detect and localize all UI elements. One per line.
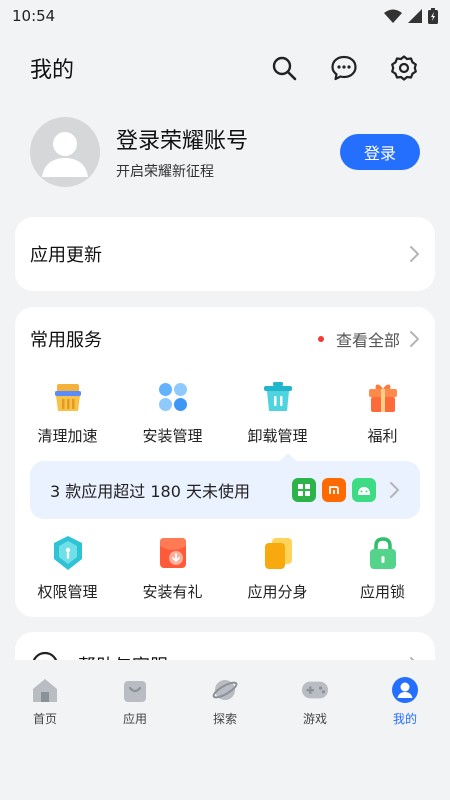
app-update-card[interactable]: 应用更新 — [15, 217, 435, 291]
service-install-manage[interactable]: 安装管理 — [120, 379, 225, 446]
services-row-2: 权限管理 安装有礼 应用分身 应用锁 — [15, 535, 435, 602]
clover-icon — [155, 379, 191, 415]
status-icons — [384, 8, 438, 24]
red-packet-icon — [155, 535, 191, 571]
service-uninstall-manage[interactable]: 卸载管理 — [225, 379, 330, 446]
trash-icon — [260, 379, 296, 415]
service-label: 应用分身 — [247, 583, 308, 601]
default-avatar-icon — [42, 132, 88, 177]
service-clean-speedup[interactable]: 清理加速 — [15, 379, 120, 446]
profile-text: 登录荣耀账号 开启荣耀新征程 — [116, 123, 340, 181]
service-label: 权限管理 — [37, 583, 98, 601]
app-store-mini-icon — [292, 478, 316, 502]
chevron-right-icon[interactable] — [408, 330, 420, 348]
profile-icon — [391, 676, 419, 704]
service-install-gift[interactable]: 安装有礼 — [120, 535, 225, 602]
mi-mini-icon — [322, 478, 346, 502]
services-title: 常用服务 — [30, 330, 102, 351]
service-label: 安装管理 — [142, 427, 203, 445]
tab-label: 首页 — [32, 712, 57, 726]
shield-lock-icon — [50, 535, 86, 571]
gear-icon — [391, 55, 417, 81]
notice-pointer — [280, 453, 296, 461]
service-permission-manage[interactable]: 权限管理 — [15, 535, 120, 602]
profile-subtitle: 开启荣耀新征程 — [116, 164, 214, 180]
service-label: 安装有礼 — [142, 583, 203, 601]
tab-label: 我的 — [392, 712, 417, 726]
battery-icon — [428, 8, 438, 24]
profile-section: 登录荣耀账号 开启荣耀新征程 登录 — [30, 117, 420, 187]
notice-text: 3 款应用超过 180 天未使用 — [50, 482, 250, 501]
page-title: 我的 — [30, 58, 75, 83]
broom-icon — [50, 379, 86, 415]
service-welfare[interactable]: 福利 — [330, 379, 435, 446]
app-bag-icon — [121, 676, 149, 704]
tab-mine[interactable]: 我的 — [360, 676, 450, 727]
planet-icon — [211, 676, 239, 704]
notification-dot — [317, 336, 324, 342]
login-button[interactable]: 登录 — [340, 134, 420, 170]
bottom-tab-bar: 首页 应用 探索 游戏 我的 — [0, 660, 450, 800]
tab-apps[interactable]: 应用 — [90, 676, 180, 727]
services-header: 常用服务 查看全部 — [30, 325, 420, 353]
chevron-right-icon — [390, 482, 399, 498]
services-row-1: 清理加速 安装管理 卸载管理 福利 — [15, 379, 435, 446]
status-time: 10:54 — [12, 7, 56, 25]
unused-apps-notice[interactable]: 3 款应用超过 180 天未使用 — [30, 453, 420, 519]
avatar[interactable] — [30, 117, 100, 187]
tab-label: 探索 — [212, 712, 237, 726]
gamepad-icon — [301, 676, 329, 704]
tab-games[interactable]: 游戏 — [270, 676, 360, 727]
service-label: 卸载管理 — [247, 427, 308, 445]
tab-label: 应用 — [122, 712, 147, 726]
service-label: 清理加速 — [37, 427, 98, 445]
search-button[interactable] — [268, 52, 300, 84]
header: 我的 — [0, 44, 450, 92]
service-app-lock[interactable]: 应用锁 — [330, 535, 435, 602]
service-label: 福利 — [367, 427, 398, 445]
search-icon — [272, 56, 297, 81]
signal-icon — [408, 9, 422, 23]
chevron-right-icon — [410, 246, 419, 262]
unused-app-icons — [292, 478, 376, 502]
home-icon — [31, 676, 59, 704]
settings-button[interactable] — [388, 52, 420, 84]
service-label: 应用锁 — [359, 583, 405, 601]
tab-home[interactable]: 首页 — [0, 676, 90, 727]
tab-explore[interactable]: 探索 — [180, 676, 270, 727]
header-actions — [268, 52, 420, 84]
service-app-clone[interactable]: 应用分身 — [225, 535, 330, 602]
status-bar: 10:54 — [0, 0, 450, 32]
gift-icon — [365, 379, 401, 415]
clone-icon — [260, 535, 296, 571]
app-update-title: 应用更新 — [30, 245, 102, 266]
view-all-link[interactable]: 查看全部 — [336, 327, 400, 351]
tab-label: 游戏 — [302, 712, 327, 726]
lock-icon — [365, 535, 401, 571]
chat-bubble-icon — [331, 55, 357, 81]
profile-name[interactable]: 登录荣耀账号 — [116, 123, 340, 155]
message-button[interactable] — [328, 52, 360, 84]
android-mini-icon — [352, 478, 376, 502]
services-card: 常用服务 查看全部 清理加速 安装管理 卸载管理 福利 3 款应用超过 180 … — [15, 307, 435, 617]
wifi-icon — [384, 9, 402, 23]
